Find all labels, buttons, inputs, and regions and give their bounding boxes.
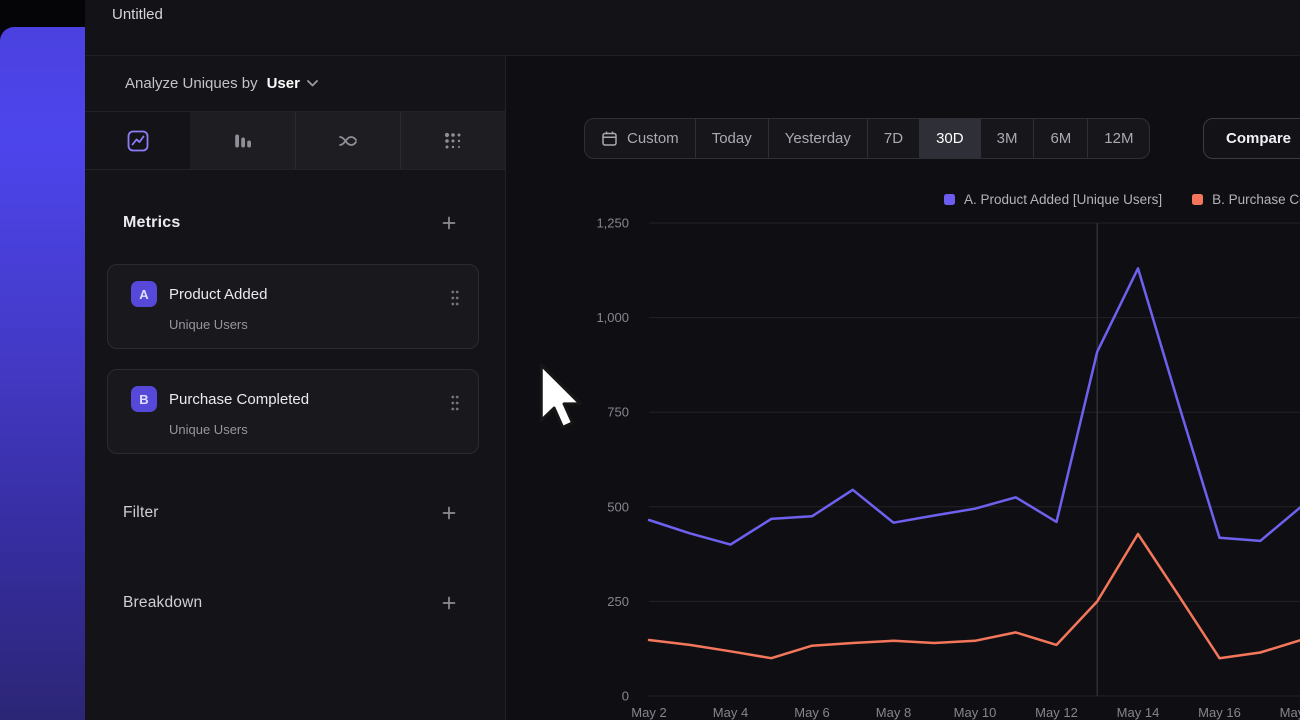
- plus-icon: [441, 595, 457, 611]
- svg-text:750: 750: [607, 405, 629, 420]
- range-12m[interactable]: 12M: [1088, 119, 1149, 158]
- retention-dots-icon: [442, 130, 464, 152]
- range-label: 3M: [997, 130, 1018, 147]
- metric-card-b[interactable]: B Purchase Completed Unique Users: [107, 369, 479, 454]
- legend-item-b[interactable]: B. Purchase Completed [Unique Users]: [1192, 192, 1300, 207]
- view-tab-strip: [85, 112, 505, 170]
- legend-swatch-a: [944, 194, 955, 205]
- flows-icon: [337, 130, 359, 152]
- svg-text:May 6: May 6: [794, 705, 829, 720]
- report-title[interactable]: Untitled: [112, 6, 163, 23]
- svg-text:1,250: 1,250: [596, 216, 629, 231]
- legend-label-b: B. Purchase Completed [Unique Users]: [1212, 192, 1300, 207]
- legend-swatch-b: [1192, 194, 1203, 205]
- analyze-by-value: User: [267, 75, 300, 92]
- filter-heading: Filter: [123, 504, 159, 522]
- drag-handle-icon: [450, 289, 460, 307]
- range-7d[interactable]: 7D: [868, 119, 920, 158]
- plus-icon: [441, 505, 457, 521]
- analyze-row: Analyze Uniques by User: [85, 56, 505, 112]
- line-chart: 0 250 500 750 1,000 1,250 May 2 May 4 May 6 May 8…: [506, 206, 1300, 720]
- metric-subtitle-a[interactable]: Unique Users: [169, 317, 478, 332]
- metrics-heading: Metrics: [123, 214, 180, 232]
- line-chart-icon: [127, 130, 149, 152]
- calendar-icon: [601, 130, 618, 147]
- metric-menu-button-b[interactable]: [448, 392, 462, 419]
- filter-section-header: Filter: [85, 502, 505, 524]
- add-metric-button[interactable]: [439, 213, 459, 233]
- tab-line-chart[interactable]: [85, 112, 190, 169]
- svg-text:May 8: May 8: [876, 705, 911, 720]
- date-range-toolbar: Custom Today Yesterday 7D 30D 3M 6M 12M: [584, 118, 1150, 159]
- range-label: 30D: [936, 130, 964, 147]
- funnel-bars-icon: [232, 130, 254, 152]
- breakdown-heading: Breakdown: [123, 594, 202, 612]
- range-label: Today: [712, 130, 752, 147]
- chart-legend: A. Product Added [Unique Users] B. Purch…: [944, 192, 1300, 207]
- compare-button[interactable]: Compare: [1203, 118, 1300, 159]
- tab-retention[interactable]: [400, 112, 505, 169]
- metric-card-b-top: B Purchase Completed: [108, 370, 478, 412]
- metric-title-a: Product Added: [169, 286, 267, 303]
- range-label: Yesterday: [785, 130, 851, 147]
- range-custom[interactable]: Custom: [585, 119, 696, 158]
- svg-text:May 12: May 12: [1035, 705, 1078, 720]
- analytics-app: Untitled Analyze Uniques by User: [0, 0, 1300, 720]
- metric-subtitle-b[interactable]: Unique Users: [169, 422, 478, 437]
- add-filter-button[interactable]: [439, 503, 459, 523]
- range-3m[interactable]: 3M: [981, 119, 1035, 158]
- range-label: 7D: [884, 130, 903, 147]
- chart-panel: Custom Today Yesterday 7D 30D 3M 6M 12M …: [505, 56, 1300, 720]
- range-yesterday[interactable]: Yesterday: [769, 119, 868, 158]
- metric-menu-button-a[interactable]: [448, 287, 462, 314]
- range-label: 12M: [1104, 130, 1133, 147]
- metric-card-a-top: A Product Added: [108, 265, 478, 307]
- tab-flows[interactable]: [295, 112, 400, 169]
- svg-text:May 4: May 4: [713, 705, 748, 720]
- svg-text:May 14: May 14: [1117, 705, 1160, 720]
- metric-badge-a: A: [131, 281, 157, 307]
- gradient-decoration: [0, 27, 85, 720]
- svg-text:May 10: May 10: [954, 705, 997, 720]
- metrics-section-header: Metrics: [85, 212, 505, 234]
- range-label: Custom: [627, 130, 679, 147]
- tab-funnel[interactable]: [190, 112, 295, 169]
- analyze-by-dropdown[interactable]: User: [267, 75, 318, 92]
- metric-title-b: Purchase Completed: [169, 391, 309, 408]
- range-label: 6M: [1050, 130, 1071, 147]
- add-breakdown-button[interactable]: [439, 593, 459, 613]
- range-today[interactable]: Today: [696, 119, 769, 158]
- svg-text:1,000: 1,000: [596, 310, 629, 325]
- svg-text:May 18: May 18: [1280, 705, 1300, 720]
- breakdown-section-header: Breakdown: [85, 592, 505, 614]
- app-nav-strip: [0, 0, 85, 720]
- analyze-label: Analyze Uniques by: [125, 75, 258, 92]
- plus-icon: [441, 215, 457, 231]
- range-6m[interactable]: 6M: [1034, 119, 1088, 158]
- topbar: Untitled: [85, 0, 1300, 56]
- metric-card-a[interactable]: A Product Added Unique Users: [107, 264, 479, 349]
- svg-text:May 16: May 16: [1198, 705, 1241, 720]
- drag-handle-icon: [450, 394, 460, 412]
- legend-label-a: A. Product Added [Unique Users]: [964, 192, 1162, 207]
- svg-text:500: 500: [607, 499, 629, 514]
- metric-badge-b: B: [131, 386, 157, 412]
- svg-text:0: 0: [622, 689, 629, 704]
- svg-text:May 2: May 2: [631, 705, 666, 720]
- svg-text:250: 250: [607, 594, 629, 609]
- range-30d[interactable]: 30D: [920, 119, 981, 158]
- chevron-down-icon: [307, 80, 318, 87]
- legend-item-a[interactable]: A. Product Added [Unique Users]: [944, 192, 1162, 207]
- query-sidebar: Analyze Uniques by User Metrics: [85, 56, 505, 720]
